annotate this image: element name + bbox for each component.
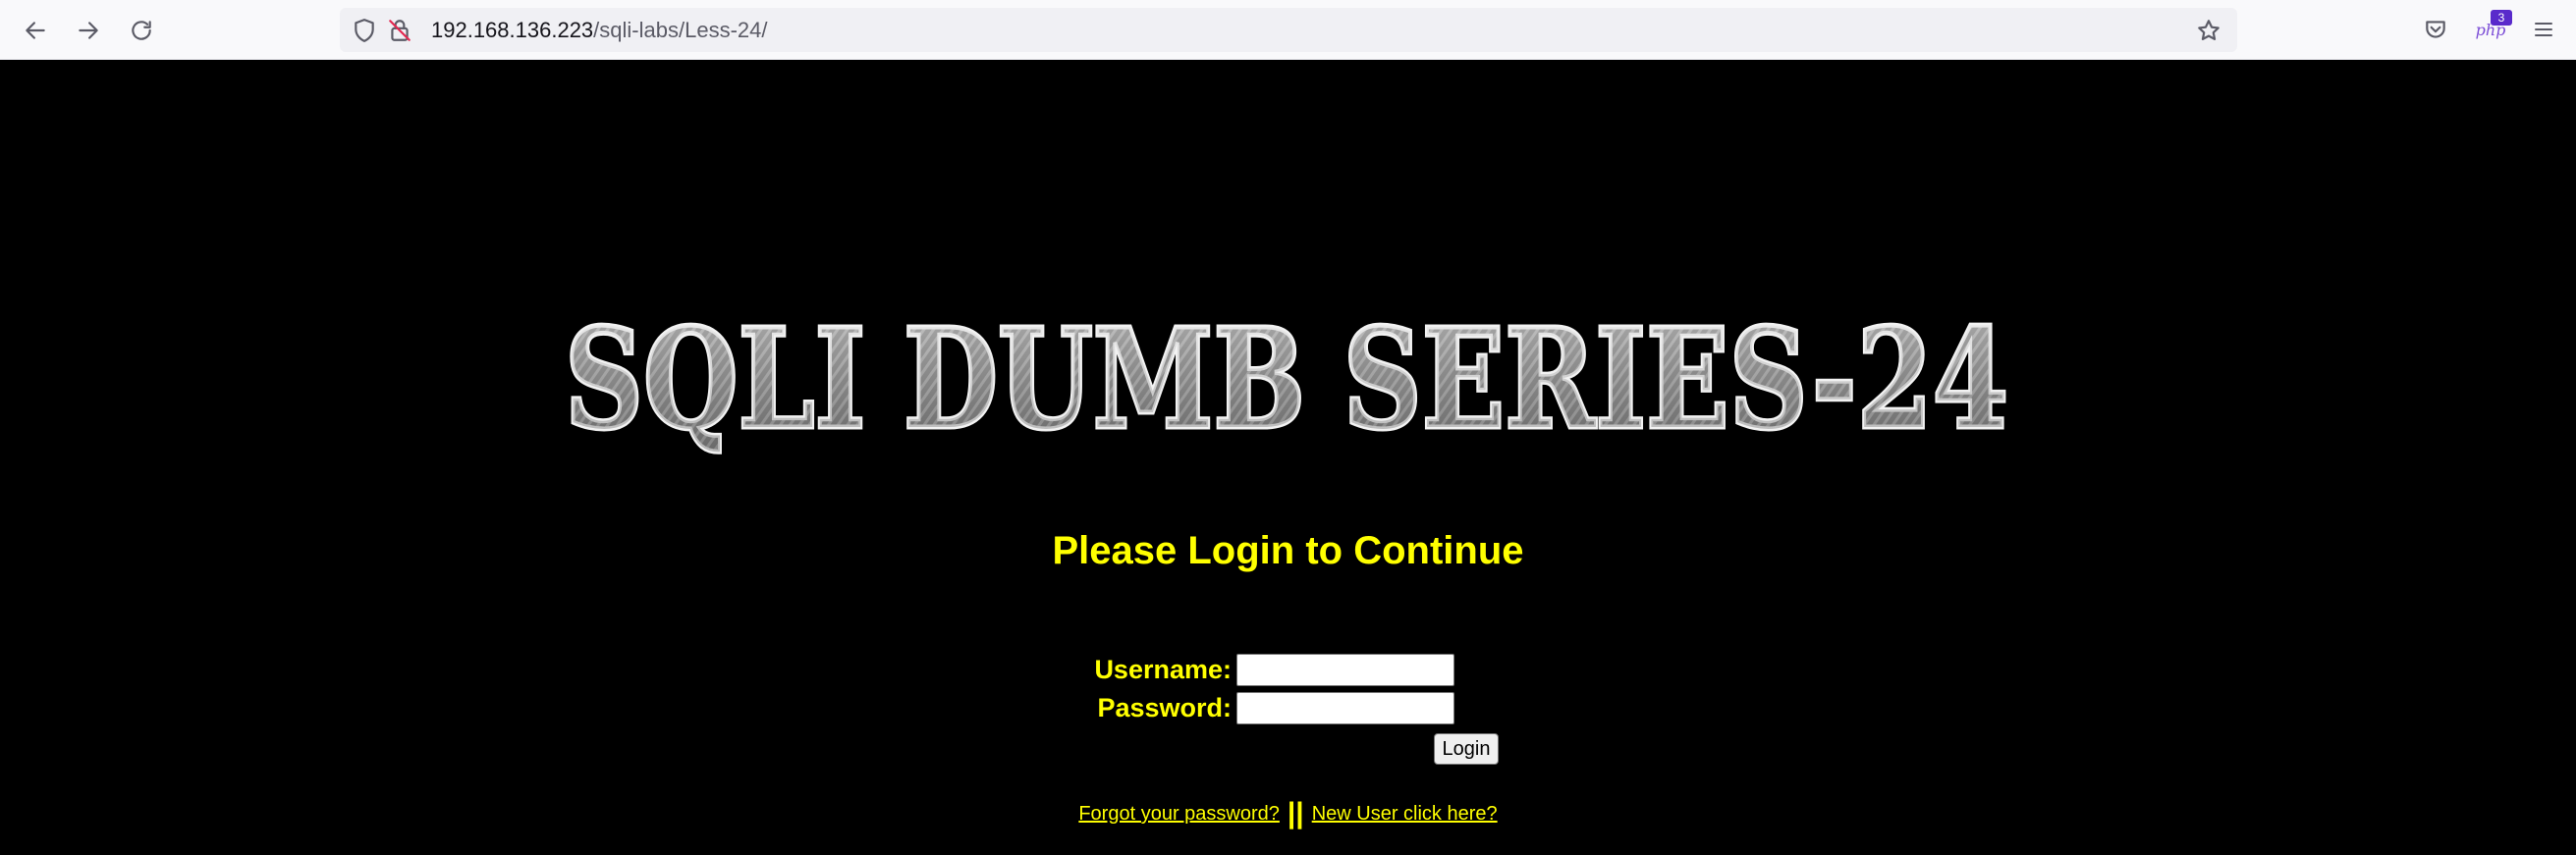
password-input[interactable] bbox=[1236, 692, 1454, 724]
url-path: /sqli-labs/Less-24/ bbox=[593, 18, 768, 42]
page-content: SQLI DUMB SERIES-24 SQLI DUMB SERIES-24 … bbox=[0, 61, 2576, 855]
insecure-lock-icon[interactable] bbox=[387, 18, 412, 43]
shield-icon[interactable] bbox=[352, 18, 377, 43]
extension-button[interactable]: php 3 bbox=[2476, 10, 2512, 43]
title-banner: SQLI DUMB SERIES-24 SQLI DUMB SERIES-24 bbox=[555, 265, 2018, 456]
new-user-link[interactable]: New User click here? bbox=[1312, 803, 1498, 825]
reload-icon bbox=[132, 21, 151, 40]
star-icon[interactable] bbox=[2196, 18, 2221, 43]
username-label: Username: bbox=[1094, 655, 1232, 684]
arrow-right-icon bbox=[79, 22, 98, 39]
back-button[interactable] bbox=[16, 14, 55, 47]
url-host: 192.168.136.223 bbox=[431, 18, 594, 42]
url-bar[interactable]: 192.168.136.223/sqli-labs/Less-24/ bbox=[340, 8, 2237, 52]
menu-button[interactable] bbox=[2530, 16, 2557, 43]
reload-button[interactable] bbox=[122, 14, 161, 47]
title-banner-image: SQLI DUMB SERIES-24 SQLI DUMB SERIES-24 bbox=[555, 265, 2018, 456]
pocket-icon bbox=[2426, 21, 2445, 38]
link-separator: || bbox=[1287, 797, 1304, 829]
login-button[interactable]: Login bbox=[1434, 733, 1499, 765]
forward-button[interactable] bbox=[69, 14, 108, 47]
arrow-left-icon bbox=[26, 22, 45, 39]
forgot-password-link[interactable]: Forgot your password? bbox=[1078, 803, 1280, 825]
browser-toolbar: 192.168.136.223/sqli-labs/Less-24/ php 3 bbox=[0, 0, 2576, 60]
extension-badge: 3 bbox=[2491, 10, 2512, 26]
url-text[interactable]: 192.168.136.223/sqli-labs/Less-24/ bbox=[431, 18, 767, 43]
account-links: Forgot your password? || New User click he… bbox=[0, 799, 2576, 828]
password-label: Password: bbox=[1097, 693, 1232, 722]
username-input[interactable] bbox=[1236, 654, 1454, 686]
banner-logo-lettering: SQLI DUMB SERIES-24 SQLI DUMB SERIES-24 bbox=[563, 297, 2011, 457]
login-heading: Please Login to Continue bbox=[1052, 529, 1524, 572]
pocket-button[interactable] bbox=[2422, 16, 2449, 43]
banner-text-shine: SQLI DUMB SERIES-24 bbox=[565, 299, 2008, 456]
hamburger-menu-icon bbox=[2535, 23, 2552, 36]
